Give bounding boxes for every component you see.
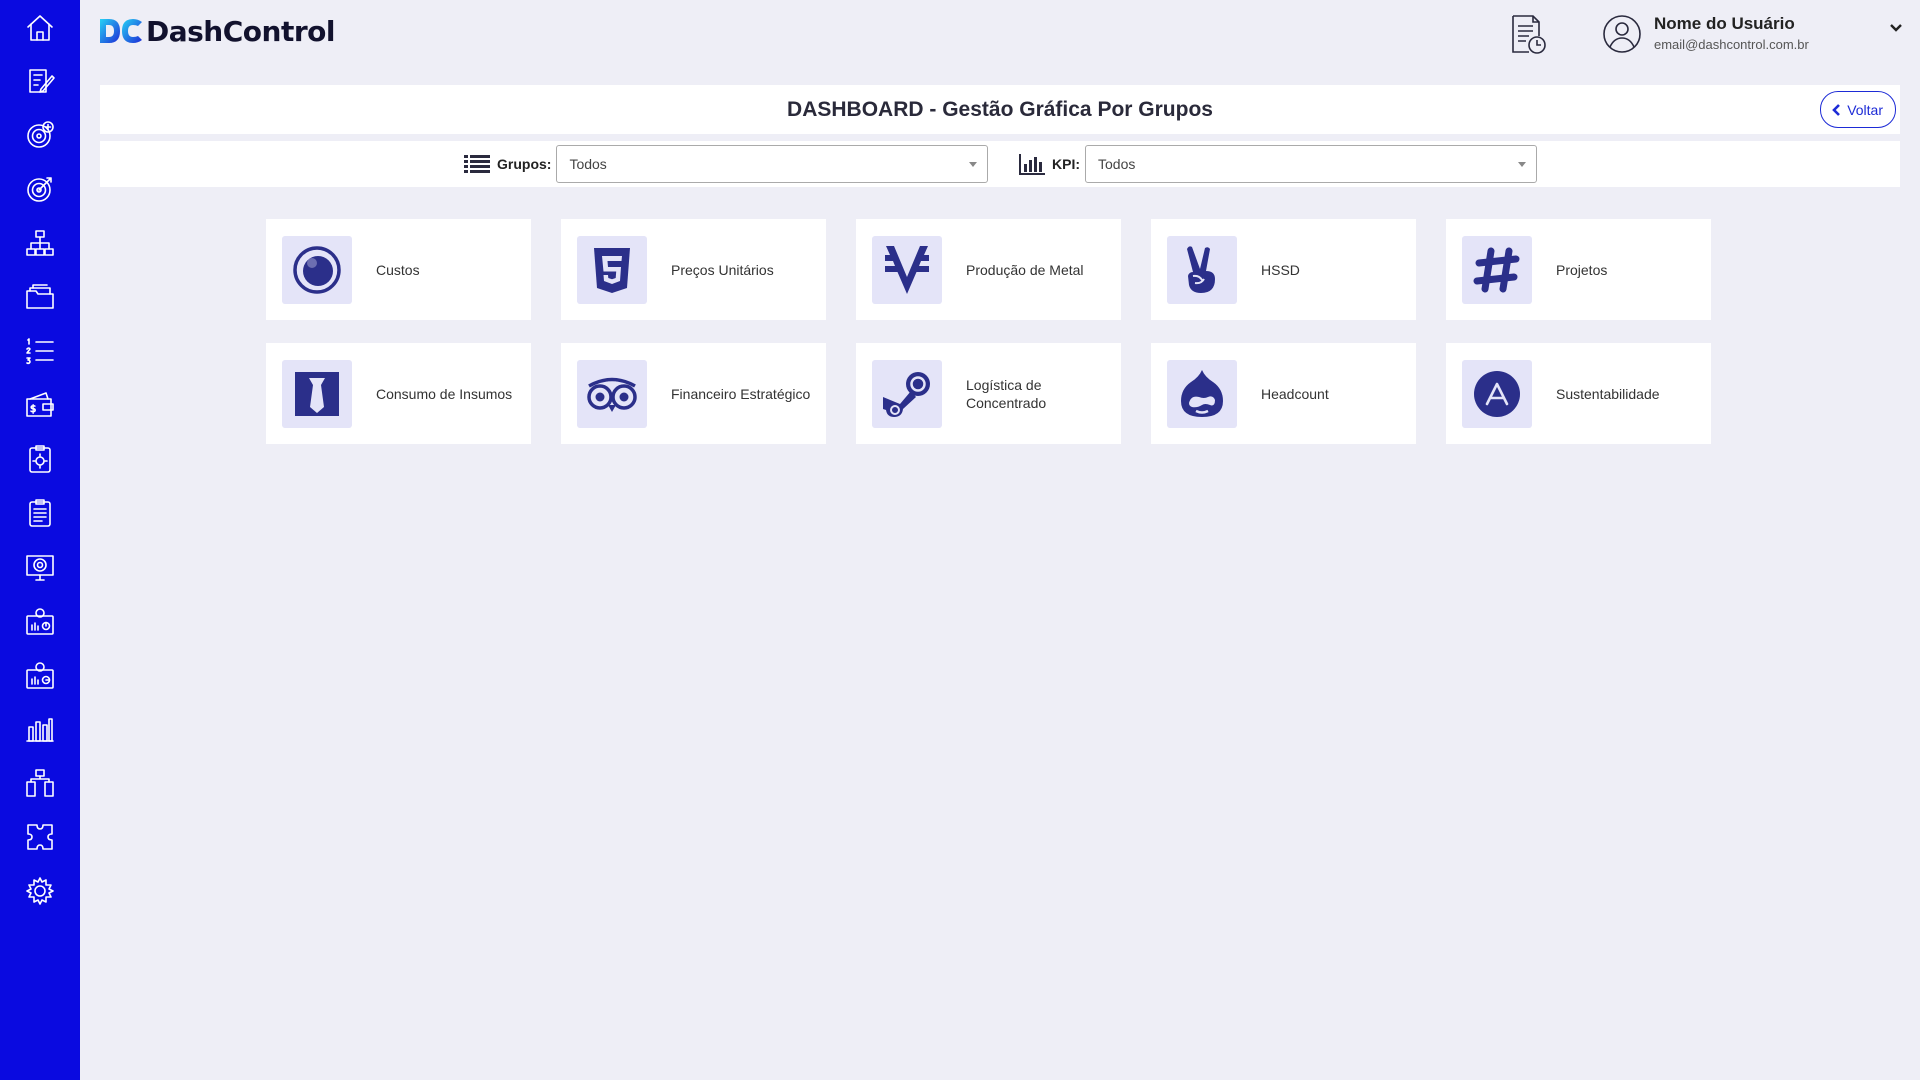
dashboard-report-icon[interactable] [22, 603, 58, 639]
org-chart-icon[interactable] [22, 225, 58, 261]
group-card[interactable]: Sustentabilidade [1446, 343, 1711, 444]
user-menu[interactable]: Nome do Usuário email@dashcontrol.com.br [1602, 14, 1809, 54]
folders-icon[interactable] [22, 279, 58, 315]
user-avatar-icon [1602, 14, 1642, 54]
bar-chart-icon[interactable] [22, 711, 58, 747]
steam-icon [872, 359, 942, 428]
brand-name: DashControl [146, 14, 335, 48]
card-label: Produção de Metal [966, 261, 1084, 278]
kpi-select-value: Todos [1098, 156, 1136, 172]
app-store-icon [1462, 359, 1532, 428]
clipboard-gear-icon[interactable] [22, 441, 58, 477]
chevron-left-icon [1832, 103, 1841, 116]
target-icon[interactable] [22, 171, 58, 207]
groups-select[interactable]: Todos [556, 145, 989, 183]
groups-filter: Grupos: Todos [463, 145, 989, 183]
group-cards-grid: Custos Preços Unitários Produção de Meta… [266, 219, 1712, 444]
group-card[interactable]: Projetos [1446, 219, 1711, 320]
flow-icon[interactable] [22, 765, 58, 801]
back-button[interactable]: Voltar [1820, 91, 1896, 128]
card-label: Consumo de Insumos [376, 385, 513, 402]
card-label: Headcount [1261, 385, 1329, 402]
caret-down-icon [969, 162, 978, 167]
dashcontrol-logo-icon [100, 19, 142, 43]
card-label: Sustentabilidade [1556, 385, 1660, 402]
group-card[interactable]: Financeiro Estratégico [561, 343, 826, 444]
svg-text:$: $ [30, 404, 36, 415]
card-label: Preços Unitários [671, 261, 774, 278]
ring-icon [282, 235, 352, 304]
report-clock-icon[interactable] [1505, 12, 1549, 56]
home-icon[interactable] [22, 10, 58, 46]
numbered-list-icon[interactable] [22, 333, 58, 369]
filter-bar: Grupos: Todos KPI: Todos [100, 141, 1900, 187]
wallet-icon[interactable]: $ [22, 387, 58, 423]
group-card[interactable]: Preços Unitários [561, 219, 826, 320]
card-label: Projetos [1556, 261, 1608, 278]
page-title: DASHBOARD - Gestão Gráfica Por Grupos [787, 98, 1213, 121]
bar-chart-icon [1018, 152, 1046, 176]
caret-down-icon [1518, 162, 1526, 167]
clipboard-list-icon[interactable] [22, 495, 58, 531]
target-add-icon[interactable] [22, 117, 58, 153]
back-button-label: Voltar [1847, 101, 1883, 118]
list-icon [463, 152, 491, 176]
kpi-label: KPI: [1052, 156, 1080, 172]
group-card[interactable]: Logística de Concentrado [856, 343, 1121, 444]
title-bar: DASHBOARD - Gestão Gráfica Por Grupos Vo… [100, 85, 1900, 134]
peace-hand-icon [1167, 235, 1237, 304]
card-label: Custos [376, 261, 420, 278]
brand-logo[interactable]: DashControl [98, 14, 335, 48]
html5-icon [577, 235, 647, 304]
group-card[interactable]: Produção de Metal [856, 219, 1121, 320]
viacoin-icon [872, 235, 942, 304]
card-label: Financeiro Estratégico [671, 385, 811, 402]
group-card[interactable]: Headcount [1151, 343, 1416, 444]
drupal-icon [1167, 359, 1237, 428]
hashtag-icon [1462, 235, 1532, 304]
group-card[interactable]: HSSD [1151, 219, 1416, 320]
user-email: email@dashcontrol.com.br [1654, 37, 1809, 52]
user-name: Nome do Usuário [1654, 14, 1795, 33]
groups-label: Grupos: [497, 156, 552, 172]
chevron-down-icon[interactable] [1888, 20, 1904, 36]
tripadvisor-icon [577, 359, 647, 428]
settings-icon[interactable] [22, 873, 58, 909]
puzzle-icon[interactable] [22, 819, 58, 855]
sidebar: $ [0, 0, 80, 1080]
groups-select-value: Todos [569, 156, 607, 172]
tie-icon [282, 359, 352, 428]
presentation-target-icon[interactable] [22, 549, 58, 585]
kpi-filter: KPI: Todos [1018, 145, 1537, 183]
dashboard-report-alt-icon[interactable] [22, 657, 58, 693]
group-card[interactable]: Custos [266, 219, 531, 320]
card-label: Logística de Concentrado [966, 376, 1047, 411]
card-label: HSSD [1261, 261, 1300, 278]
kpi-select[interactable]: Todos [1085, 145, 1537, 183]
group-card[interactable]: Consumo de Insumos [266, 343, 531, 444]
edit-document-icon[interactable] [22, 63, 58, 99]
